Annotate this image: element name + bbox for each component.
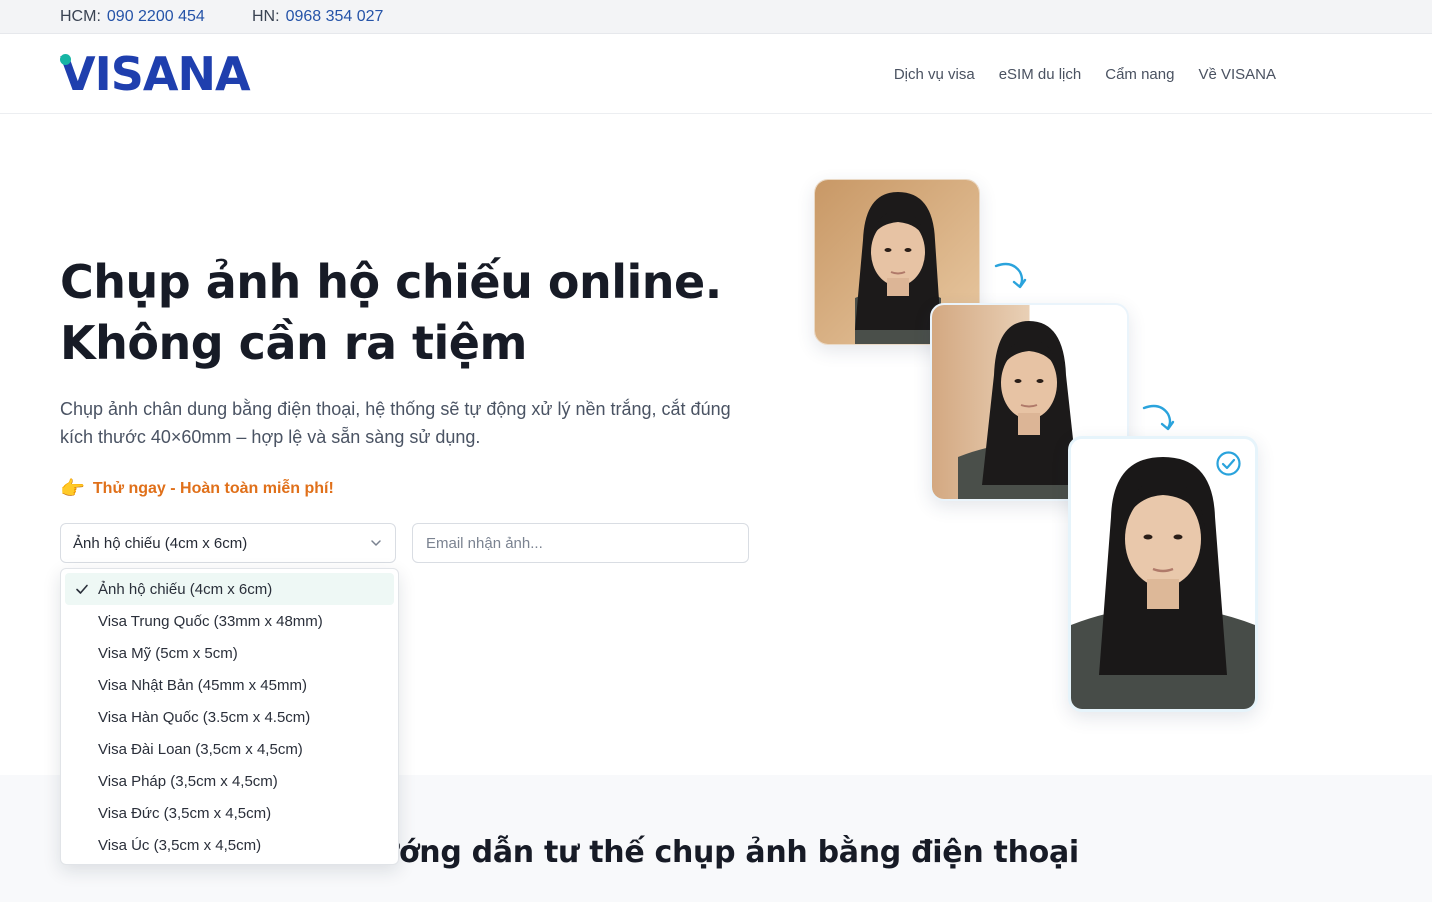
- verified-check-icon: [1216, 451, 1241, 476]
- logo[interactable]: VISANA: [60, 47, 251, 101]
- dropdown-option-label: Visa Pháp (3,5cm x 4,5cm): [98, 772, 278, 790]
- nav-item-about[interactable]: Về VISANA: [1198, 66, 1276, 83]
- dropdown-option-usa[interactable]: Visa Mỹ (5cm x 5cm): [65, 637, 394, 669]
- photo-type-selected: Ảnh hộ chiếu (4cm x 6cm): [73, 534, 248, 552]
- dropdown-option-australia[interactable]: Visa Úc (3,5cm x 4,5cm): [65, 829, 394, 861]
- check-icon: [76, 584, 88, 594]
- dropdown-option-passport[interactable]: Ảnh hộ chiếu (4cm x 6cm): [65, 573, 394, 605]
- dropdown-option-china[interactable]: Visa Trung Quốc (33mm x 48mm): [65, 605, 394, 637]
- dropdown-option-taiwan[interactable]: Visa Đài Loan (3,5cm x 4,5cm): [65, 733, 394, 765]
- top-contact-bar: HCM: 090 2200 454 HN: 0968 354 027: [0, 0, 1432, 34]
- dropdown-option-label: Visa Đức (3,5cm x 4,5cm): [98, 804, 272, 822]
- nav-item-esim[interactable]: eSIM du lịch: [999, 66, 1082, 83]
- hero-title: Chụp ảnh hộ chiếu online. Không cần ra t…: [60, 252, 780, 374]
- cta-try-now: 👉 Thử ngay - Hoàn toàn miễn phí!: [60, 476, 334, 501]
- chevron-down-icon: [371, 540, 381, 546]
- contact-hn-label: HN:: [252, 8, 280, 25]
- contact-hcm[interactable]: HCM: 090 2200 454: [60, 8, 205, 26]
- hero-title-line1: Chụp ảnh hộ chiếu online.: [60, 255, 722, 309]
- curved-arrow-icon: [994, 262, 1027, 289]
- contact-hn-phone[interactable]: 0968 354 027: [286, 8, 384, 25]
- dropdown-option-label: Visa Trung Quốc (33mm x 48mm): [98, 612, 323, 630]
- logo-text: VISANA: [60, 47, 251, 101]
- pointing-hand-icon: 👉: [60, 478, 85, 500]
- dropdown-option-label: Visa Mỹ (5cm x 5cm): [98, 644, 238, 662]
- dropdown-option-japan[interactable]: Visa Nhật Bản (45mm x 45mm): [65, 669, 394, 701]
- photo-type-select[interactable]: Ảnh hộ chiếu (4cm x 6cm): [60, 523, 396, 563]
- cta-text: Thử ngay - Hoàn toàn miễn phí!: [92, 479, 334, 497]
- curved-arrow-icon: [1142, 404, 1175, 431]
- photo-type-dropdown: Ảnh hộ chiếu (4cm x 6cm) Visa Trung Quốc…: [60, 568, 399, 865]
- contact-hcm-phone[interactable]: 090 2200 454: [107, 8, 205, 25]
- dropdown-option-germany[interactable]: Visa Đức (3,5cm x 4,5cm): [65, 797, 394, 829]
- contact-hn[interactable]: HN: 0968 354 027: [252, 8, 383, 26]
- dropdown-option-label: Visa Úc (3,5cm x 4,5cm): [98, 836, 262, 854]
- dropdown-option-label: Visa Hàn Quốc (3.5cm x 4.5cm): [98, 708, 311, 726]
- dropdown-option-france[interactable]: Visa Pháp (3,5cm x 4,5cm): [65, 765, 394, 797]
- nav-item-handbook[interactable]: Cẩm nang: [1105, 66, 1174, 83]
- email-input[interactable]: [412, 523, 749, 563]
- hero-description: Chụp ảnh chân dung bằng điện thoại, hệ t…: [60, 399, 731, 447]
- dropdown-option-label: Ảnh hộ chiếu (4cm x 6cm): [98, 580, 273, 598]
- portrait-final-photo: [1068, 436, 1258, 712]
- contact-hcm-label: HCM:: [60, 8, 101, 25]
- logo-dot-icon: [60, 54, 71, 65]
- site-header: VISANA Dịch vụ visa eSIM du lịch Cẩm nan…: [0, 34, 1432, 114]
- dropdown-option-label: Visa Đài Loan (3,5cm x 4,5cm): [98, 740, 303, 758]
- main-nav: Dịch vụ visa eSIM du lịch Cẩm nang Về VI…: [894, 66, 1276, 83]
- hero-title-line2: Không cần ra tiệm: [60, 316, 527, 370]
- dropdown-option-korea[interactable]: Visa Hàn Quốc (3.5cm x 4.5cm): [65, 701, 394, 733]
- dropdown-option-label: Visa Nhật Bản (45mm x 45mm): [98, 676, 307, 694]
- nav-item-visa-services[interactable]: Dịch vụ visa: [894, 66, 975, 83]
